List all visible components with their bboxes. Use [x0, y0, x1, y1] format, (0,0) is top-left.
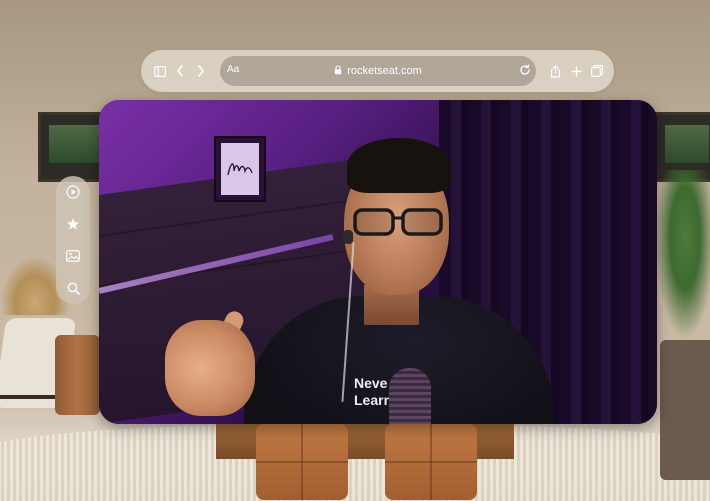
plus-icon[interactable]	[568, 63, 584, 79]
reload-icon[interactable]	[519, 63, 531, 81]
leather-pouf-right	[385, 424, 477, 500]
search-icon[interactable]	[65, 280, 81, 296]
side-table	[55, 335, 100, 415]
side-tab-bar	[56, 176, 90, 304]
chevron-left-icon[interactable]	[172, 63, 188, 79]
url-text: rocketseat.com	[347, 65, 422, 77]
wall-picture-frame	[214, 136, 266, 202]
right-chair	[660, 340, 710, 480]
browser-toolbar: Aa rocketseat.com	[141, 50, 614, 92]
presenter-glasses	[349, 206, 447, 236]
tabs-overview-icon[interactable]	[589, 63, 605, 79]
chevron-right-icon[interactable]	[193, 63, 209, 79]
address-bar[interactable]: Aa rocketseat.com	[220, 56, 536, 86]
microphone	[389, 368, 431, 424]
palm-plant	[655, 170, 710, 340]
leather-pouf-left	[256, 424, 348, 500]
play-icon[interactable]	[65, 184, 81, 200]
frame-artwork	[221, 143, 259, 195]
presenter-earphone	[343, 230, 353, 244]
video-player[interactable]: Neve Learn	[99, 100, 657, 424]
reader-button[interactable]: Aa	[227, 64, 239, 75]
presenter-hair	[347, 138, 451, 193]
sidebar-toggle-icon[interactable]	[152, 63, 168, 79]
lock-icon	[334, 62, 342, 80]
photo-icon[interactable]	[65, 248, 81, 264]
star-sparkle-icon[interactable]	[65, 216, 81, 232]
share-icon[interactable]	[547, 63, 563, 79]
presenter-hand	[165, 320, 255, 416]
